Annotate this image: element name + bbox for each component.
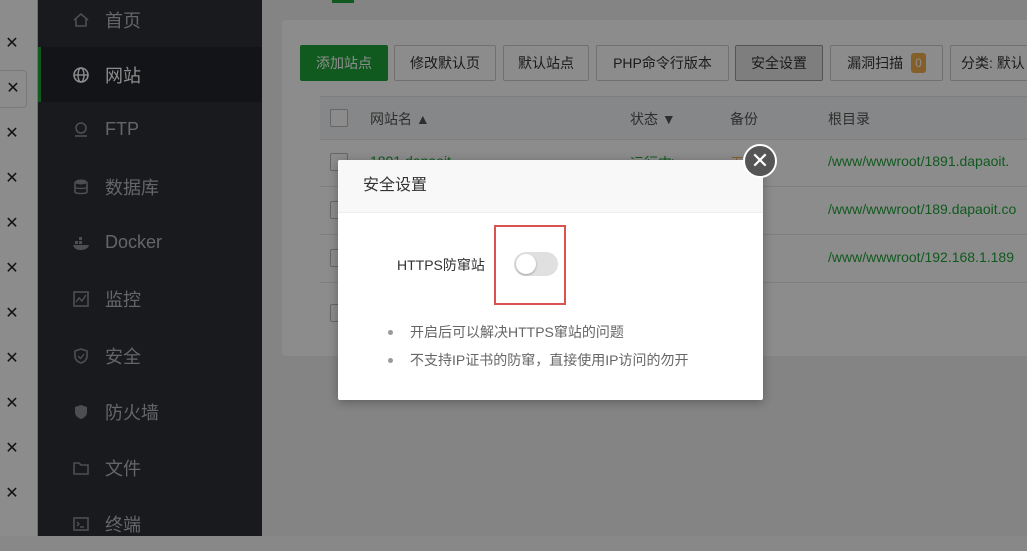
tip-item: 不支持IP证书的防窜，直接使用IP访问的勿开 (388, 346, 688, 374)
tips-list: 开启后可以解决HTTPS窜站的问题 不支持IP证书的防窜，直接使用IP访问的勿开 (388, 318, 688, 374)
dialog-title: 安全设置 (338, 160, 763, 213)
close-icon[interactable]: ✕ (743, 144, 777, 178)
https-anti-hijack-label: HTTPS防窜站 (397, 257, 485, 273)
security-settings-dialog: 安全设置 HTTPS防窜站 开启后可以解决HTTPS窜站的问题 不支持IP证书的… (338, 160, 763, 400)
tip-item: 开启后可以解决HTTPS窜站的问题 (388, 318, 688, 346)
toggle-knob[interactable] (516, 254, 536, 274)
https-anti-hijack-toggle[interactable] (514, 252, 558, 276)
